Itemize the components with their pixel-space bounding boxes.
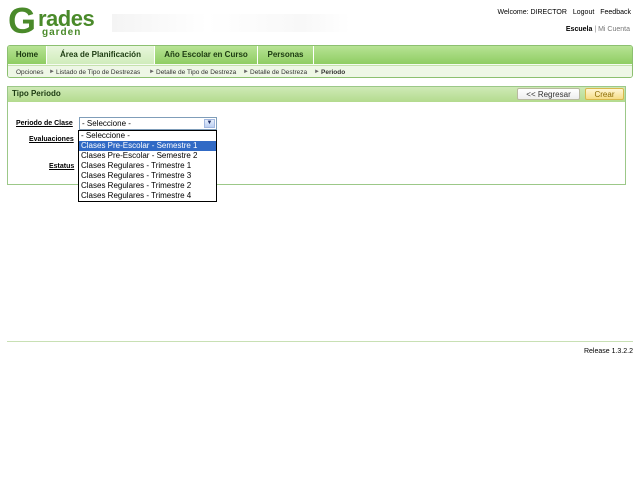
account-links: Escuela | Mi Cuenta bbox=[566, 26, 630, 33]
option-regulares-trimestre-4[interactable]: Clases Regulares - Trimestre 4 bbox=[79, 191, 216, 201]
link-separator: | bbox=[594, 26, 597, 33]
mi-cuenta-link[interactable]: Mi Cuenta bbox=[598, 26, 630, 33]
periodo-clase-select[interactable]: - Seleccione - ▼ bbox=[79, 117, 217, 130]
option-regulares-trimestre-3[interactable]: Clases Regulares - Trimestre 3 bbox=[79, 171, 216, 181]
periodo-clase-options: - Seleccione - Clases Pre-Escolar - Seme… bbox=[78, 130, 217, 202]
breadcrumb-separator-icon: ► bbox=[243, 69, 249, 75]
regresar-button[interactable]: << Regresar bbox=[517, 88, 580, 100]
breadcrumb-listado-tipo-destrezas[interactable]: Listado de Tipo de Destrezas bbox=[56, 66, 140, 77]
evaluaciones-label: Evaluaciones bbox=[29, 136, 74, 143]
chevron-down-icon[interactable]: ▼ bbox=[204, 119, 215, 128]
tab-area-planificacion[interactable]: Área de Planificación bbox=[47, 46, 155, 64]
breadcrumb: Opciones ► Listado de Tipo de Destrezas … bbox=[8, 65, 632, 77]
user-links: Welcome: DIRECTOR Logout Feedback bbox=[494, 9, 631, 16]
breadcrumb-separator-icon: ► bbox=[314, 69, 320, 75]
escuela-link[interactable]: Escuela bbox=[566, 26, 592, 33]
option-seleccione[interactable]: - Seleccione - bbox=[79, 131, 216, 141]
periodo-clase-label: Periodo de Clase bbox=[16, 120, 73, 127]
panel-title: Tipo Periodo bbox=[12, 89, 61, 98]
breadcrumb-opciones[interactable]: Opciones bbox=[16, 66, 43, 77]
breadcrumb-separator-icon: ► bbox=[149, 69, 155, 75]
tab-home[interactable]: Home bbox=[8, 46, 47, 64]
footer-divider bbox=[7, 341, 633, 342]
select-current-value: - Seleccione - bbox=[82, 119, 131, 128]
welcome-text: Welcome: DIRECTOR bbox=[497, 9, 567, 16]
estatus-label: Estatus bbox=[49, 163, 75, 170]
option-pre-escolar-semestre-2[interactable]: Clases Pre-Escolar - Semestre 2 bbox=[79, 151, 216, 161]
breadcrumb-separator-icon: ► bbox=[49, 69, 55, 75]
breadcrumb-periodo: Periodo bbox=[321, 69, 346, 76]
panel-header: Tipo Periodo << Regresar Crear bbox=[8, 87, 625, 102]
option-regulares-trimestre-1[interactable]: Clases Regulares - Trimestre 1 bbox=[79, 161, 216, 171]
nav-tabs: Home Área de Planificación Año Escolar e… bbox=[8, 46, 632, 64]
breadcrumb-detalle-destreza[interactable]: Detalle de Destreza bbox=[250, 66, 307, 77]
tab-personas[interactable]: Personas bbox=[258, 46, 314, 64]
option-pre-escolar-semestre-1[interactable]: Clases Pre-Escolar - Semestre 1 bbox=[79, 141, 216, 151]
breadcrumb-detalle-tipo-destreza[interactable]: Detalle de Tipo de Destreza bbox=[156, 66, 236, 77]
feedback-link[interactable]: Feedback bbox=[600, 9, 631, 16]
logo-subword: garden bbox=[42, 27, 82, 38]
main-navigation: Home Área de Planificación Año Escolar e… bbox=[7, 45, 633, 78]
release-version: Release 1.3.2.2 bbox=[583, 348, 633, 355]
tab-ano-escolar[interactable]: Año Escolar en Curso bbox=[155, 46, 258, 64]
school-name-banner bbox=[112, 14, 350, 32]
crear-button[interactable]: Crear bbox=[585, 88, 624, 100]
logout-link[interactable]: Logout bbox=[573, 9, 594, 16]
grades-garden-logo[interactable]: G rades garden bbox=[8, 3, 108, 39]
option-regulares-trimestre-2[interactable]: Clases Regulares - Trimestre 2 bbox=[79, 181, 216, 191]
